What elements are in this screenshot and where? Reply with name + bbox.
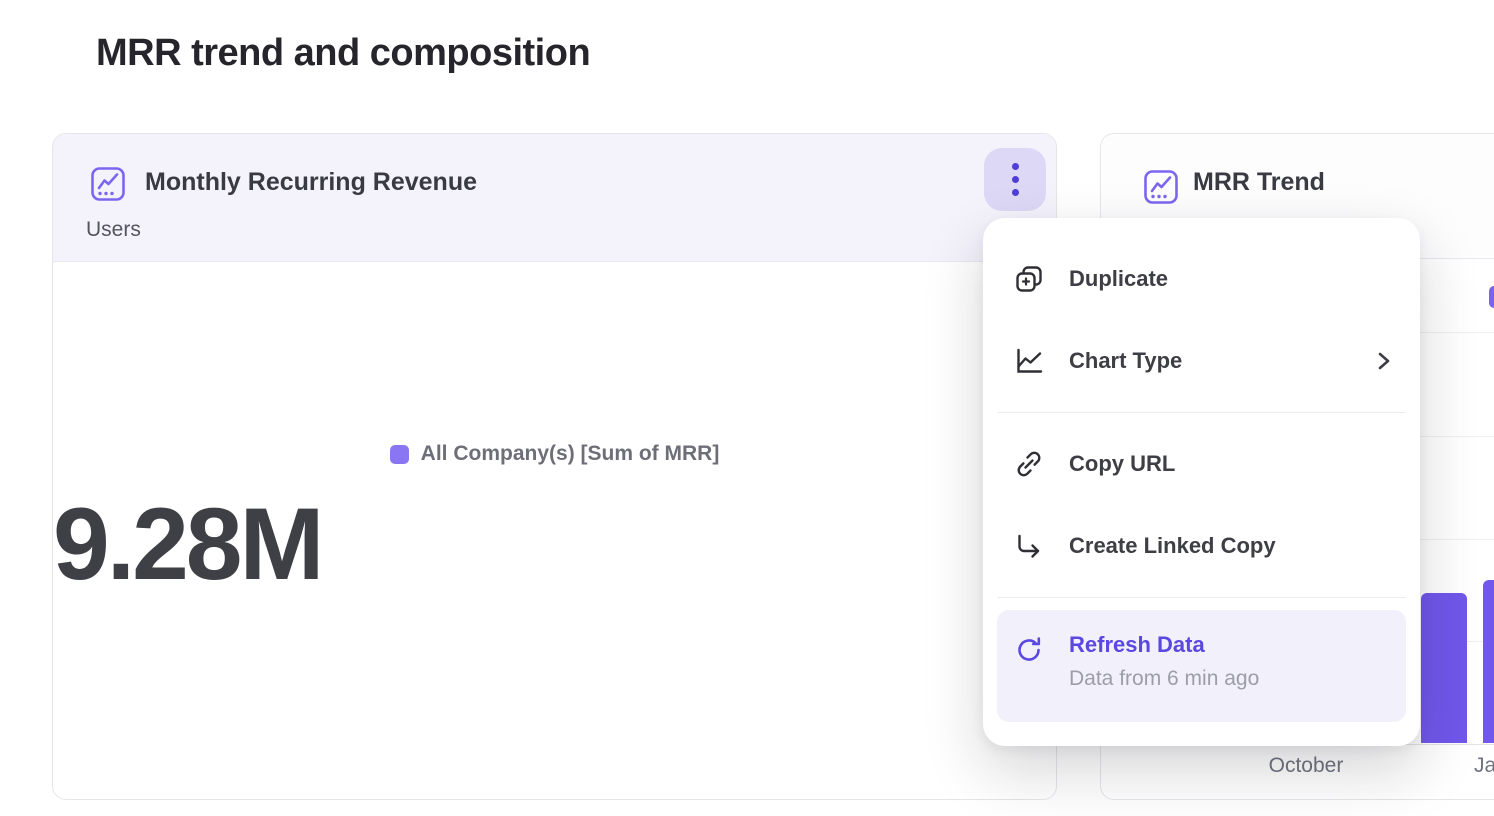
menu-item-chart-type[interactable]: Chart Type <box>983 320 1420 402</box>
line-chart-icon <box>1142 168 1180 206</box>
mrr-legend: All Company(s) [Sum of MRR] <box>53 442 1056 466</box>
context-menu: Duplicate Chart Type Copy URL <box>983 218 1420 746</box>
menu-item-create-linked-copy[interactable]: Create Linked Copy <box>983 505 1420 587</box>
duplicate-icon <box>1013 263 1045 295</box>
menu-item-label: Create Linked Copy <box>1069 533 1276 559</box>
menu-divider <box>997 597 1406 598</box>
menu-item-copy-url[interactable]: Copy URL <box>983 423 1420 505</box>
link-icon <box>1013 448 1045 480</box>
menu-item-label: Chart Type <box>1069 348 1182 374</box>
legend-swatch-icon <box>1489 286 1494 308</box>
refresh-icon <box>1013 634 1045 666</box>
menu-item-label: Duplicate <box>1069 266 1168 292</box>
card-options-button[interactable] <box>984 148 1046 211</box>
mrr-card-subtitle: Users <box>86 218 141 242</box>
trend-card-title: MRR Trend <box>1193 168 1325 197</box>
trend-bar[interactable] <box>1483 580 1494 743</box>
mrr-card: Monthly Recurring Revenue Users All Comp… <box>52 133 1057 800</box>
chart-type-icon <box>1013 345 1045 377</box>
mrr-card-title: Monthly Recurring Revenue <box>145 168 477 197</box>
mrr-value: 9.28M <box>53 486 1056 603</box>
kebab-menu-icon <box>1012 163 1019 196</box>
legend-label: All Company(s) [Sum of MRR] <box>421 442 720 466</box>
x-axis-label: Ja <box>1474 754 1494 778</box>
legend-swatch-icon <box>390 445 409 464</box>
trend-bar[interactable] <box>1421 593 1467 743</box>
x-axis-label: October <box>1231 754 1381 778</box>
menu-item-refresh-data[interactable]: Refresh Data Data from 6 min ago <box>997 610 1406 722</box>
menu-item-label: Copy URL <box>1069 451 1175 477</box>
chevron-right-icon <box>1374 349 1394 373</box>
linked-copy-arrow-icon <box>1013 530 1045 562</box>
menu-divider <box>997 412 1406 413</box>
mrr-card-header: Monthly Recurring Revenue Users <box>53 134 1056 262</box>
page-title: MRR trend and composition <box>96 32 590 75</box>
line-chart-icon <box>89 165 127 203</box>
menu-item-duplicate[interactable]: Duplicate <box>983 238 1420 320</box>
menu-item-label: Refresh Data <box>1069 632 1259 658</box>
refresh-data-age: Data from 6 min ago <box>1069 667 1259 691</box>
